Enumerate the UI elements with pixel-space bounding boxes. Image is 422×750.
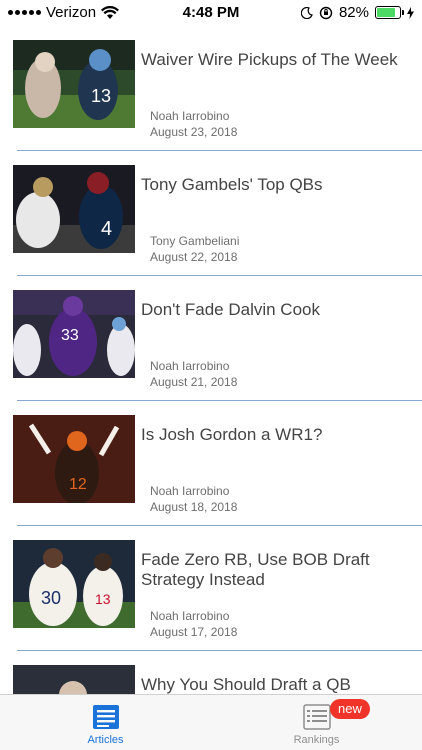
article-date: August 17, 2018: [150, 625, 238, 639]
article-author: Noah Iarrobino: [150, 109, 230, 123]
article-title[interactable]: Is Josh Gordon a WR1?: [141, 425, 411, 445]
rotation-lock-icon: [319, 6, 333, 19]
article-author: Noah Iarrobino: [150, 609, 230, 623]
article-row[interactable]: 30 13 Fade Zero RB, Use BOB Draft Strate…: [0, 526, 422, 651]
svg-text:13: 13: [91, 86, 111, 106]
article-date: August 18, 2018: [150, 500, 238, 514]
article-row[interactable]: 12 Is Josh Gordon a WR1? Noah Iarrobino …: [0, 401, 422, 526]
article-thumbnail[interactable]: 4: [13, 165, 135, 253]
article-date: August 23, 2018: [150, 125, 238, 139]
article-author: Tony Gambeliani: [150, 234, 240, 248]
article-title[interactable]: Fade Zero RB, Use BOB Draft Strategy Ins…: [141, 550, 411, 590]
article-thumbnail[interactable]: 30 13: [13, 540, 135, 628]
battery-icon: [375, 6, 404, 19]
article-thumbnail[interactable]: 13: [13, 40, 135, 128]
tab-articles[interactable]: Articles: [0, 695, 211, 750]
article-date: August 21, 2018: [150, 375, 238, 389]
svg-text:30: 30: [41, 588, 61, 608]
status-bar: Verizon 4:48 PM 82%: [0, 0, 422, 26]
article-row[interactable]: Why You Should Draft a QB: [0, 651, 422, 694]
svg-text:12: 12: [69, 476, 87, 493]
tab-rankings-label: Rankings: [293, 734, 340, 746]
battery-percent: 82%: [338, 4, 369, 21]
moon-icon: [300, 6, 313, 19]
tab-bar: Articles Rankings new: [0, 694, 422, 750]
rankings-icon: [302, 704, 331, 730]
article-author: Noah Iarrobino: [150, 359, 230, 373]
article-date: August 22, 2018: [150, 250, 238, 264]
article-title[interactable]: Don't Fade Dalvin Cook: [141, 300, 411, 320]
status-right: 82%: [300, 4, 414, 21]
article-title[interactable]: Waiver Wire Pickups of The Week: [141, 50, 411, 70]
article-row[interactable]: 13 Waiver Wire Pickups of The Week Noah …: [0, 26, 422, 151]
svg-text:13: 13: [95, 591, 111, 607]
article-row[interactable]: 33 Don't Fade Dalvin Cook Noah Iarrobino…: [0, 276, 422, 401]
article-author: Noah Iarrobino: [150, 484, 230, 498]
charging-icon: [407, 6, 414, 19]
tab-articles-label: Articles: [87, 734, 124, 746]
article-list[interactable]: 13 Waiver Wire Pickups of The Week Noah …: [0, 26, 422, 694]
svg-text:4: 4: [101, 218, 112, 240]
new-badge: new: [330, 699, 370, 719]
article-title[interactable]: Tony Gambels' Top QBs: [141, 175, 411, 195]
article-thumbnail[interactable]: 33: [13, 290, 135, 378]
article-title[interactable]: Why You Should Draft a QB: [141, 675, 411, 694]
svg-text:33: 33: [61, 327, 79, 344]
article-thumbnail[interactable]: [13, 665, 135, 694]
tab-rankings[interactable]: Rankings new: [211, 695, 422, 750]
article-row[interactable]: 4 Tony Gambels' Top QBs Tony Gambeliani …: [0, 151, 422, 276]
articles-icon: [92, 705, 119, 729]
article-thumbnail[interactable]: 12: [13, 415, 135, 503]
